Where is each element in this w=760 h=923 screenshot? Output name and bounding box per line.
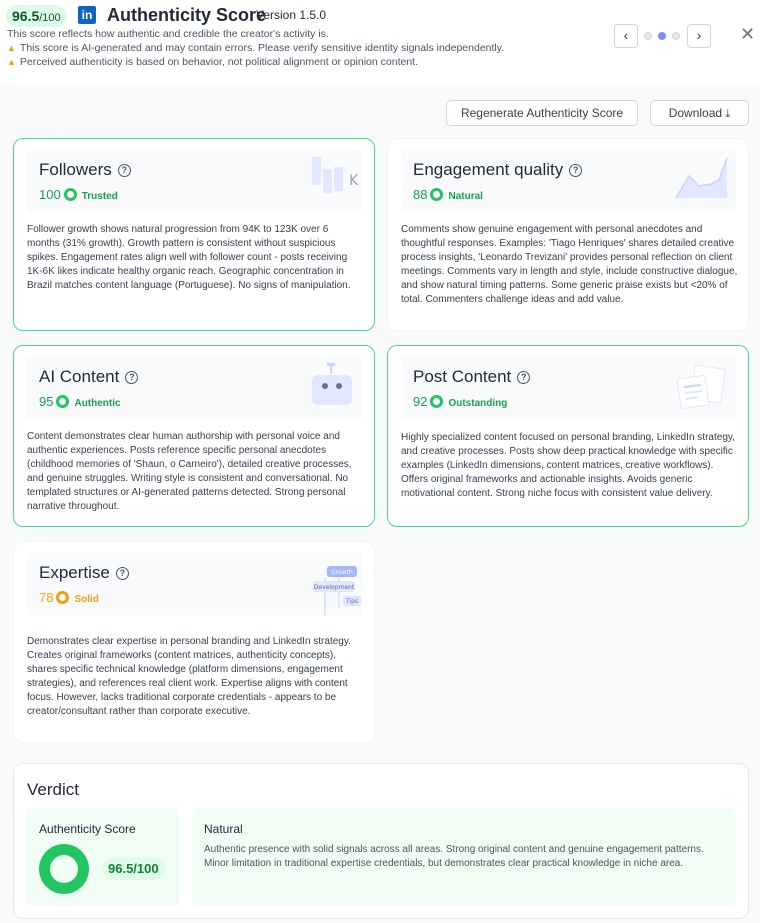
prev-button[interactable]: ‹ — [614, 24, 638, 48]
card-description: Follower growth shows natural progressio… — [27, 224, 351, 291]
status-badge: Outstanding — [448, 398, 508, 409]
card-header: AI Content? 95 Authentic — [27, 357, 362, 419]
page-dot-2[interactable] — [658, 32, 666, 40]
card-header: Post Content? 92 Outstanding — [401, 357, 736, 419]
status-badge: Authentic — [74, 398, 121, 409]
warning-line-2: ▲ Perceived authenticity is based on beha… — [7, 56, 418, 68]
card-title: Post Content? — [413, 367, 531, 387]
card-description: Content demonstrates clear human authors… — [27, 431, 352, 512]
card-title: Followers? — [39, 160, 131, 180]
area-chart-icon — [675, 157, 728, 199]
tag-growth: Growth — [331, 569, 353, 576]
card-score: 88 Natural — [413, 187, 483, 202]
card-score: 92 Outstanding — [413, 394, 508, 409]
close-icon[interactable]: ✕ — [740, 24, 755, 45]
verdict-summary-box: Natural Authentic presence with solid si… — [192, 808, 736, 906]
score-ring-icon — [430, 188, 444, 201]
help-icon[interactable]: ? — [569, 164, 583, 177]
page-dot-3[interactable] — [672, 32, 680, 40]
page-title: Authenticity Score — [107, 5, 267, 25]
regenerate-button[interactable]: Regenerate Authenticity Score — [446, 100, 638, 126]
warning-text: This score is AI-generated and may conta… — [19, 42, 505, 54]
verdict-kind: Natural — [204, 822, 243, 836]
version-label: Version 1.5.0 — [256, 8, 327, 22]
score-ring-icon — [63, 188, 77, 201]
warning-icon: ▲ — [7, 57, 16, 67]
download-label: Download — [668, 106, 723, 120]
card-followers: Followers? 100 Trusted K Follower growth … — [13, 138, 375, 331]
card-score: 100 Trusted — [39, 187, 118, 202]
page-dot-1[interactable] — [644, 32, 652, 40]
card-title: AI Content? — [39, 367, 139, 387]
documents-icon — [676, 364, 726, 410]
card-post-content: Post Content? 92 Outstanding Highly speci… — [387, 345, 749, 527]
bar-chart-k-icon: K — [312, 157, 359, 193]
next-button[interactable]: › — [687, 24, 711, 48]
header: 96.5/100 in Authenticity Score Version 1… — [0, 0, 760, 86]
help-icon[interactable]: ? — [115, 567, 129, 580]
robot-icon — [312, 363, 352, 405]
card-description: Demonstrates clear expertise in personal… — [27, 636, 351, 717]
tag-development: Development — [314, 584, 355, 591]
svg-text:K: K — [349, 173, 359, 189]
download-icon: ⤓ — [725, 108, 731, 120]
verdict-score-value: 96.5/100 — [102, 858, 165, 880]
help-icon[interactable]: ? — [117, 164, 131, 177]
verdict-score-box: Authenticity Score 96.5/100 — [26, 808, 179, 906]
verdict-description: Authentic presence with solid signals ac… — [204, 844, 704, 869]
help-icon[interactable]: ? — [125, 371, 139, 384]
tag-tips: Tips — [345, 598, 358, 605]
status-badge: Natural — [448, 191, 483, 202]
status-badge: Solid — [74, 594, 99, 605]
score-max: /100 — [39, 12, 61, 24]
verdict-panel: Verdict Authenticity Score 96.5/100 Natu… — [13, 763, 749, 919]
score-pill: 96.5/100 — [6, 5, 67, 27]
status-badge: Trusted — [81, 191, 118, 202]
card-expertise: Expertise? 78 Solid Growth Development Ti… — [13, 541, 375, 743]
card-title: Engagement quality? — [413, 160, 583, 180]
score-ring-icon — [56, 591, 70, 604]
linkedin-icon: in — [78, 6, 96, 24]
score-value: 96.5 — [12, 8, 40, 24]
score-ring-icon — [56, 395, 70, 408]
card-score: 95 Authentic — [39, 394, 121, 409]
help-icon[interactable]: ? — [517, 371, 531, 384]
verdict-score-label: Authenticity Score — [39, 822, 136, 836]
card-header: Expertise? 78 Solid Growth Development Ti… — [27, 553, 362, 616]
card-header: Followers? 100 Trusted K — [27, 150, 362, 212]
warning-icon: ▲ — [7, 43, 16, 53]
card-description: Comments show genuine engagement with pe… — [401, 224, 738, 305]
warning-text: Perceived authenticity is based on behav… — [19, 56, 419, 68]
card-title: Expertise? — [39, 563, 129, 583]
warning-line-1: ▲ This score is AI-generated and may cont… — [7, 42, 504, 54]
score-donut — [39, 844, 89, 894]
card-engagement: Engagement quality? 88 Natural Comments s… — [387, 138, 749, 331]
verdict-title: Verdict — [27, 780, 79, 799]
description-text: This score reflects how authentic and cr… — [7, 28, 329, 40]
card-header: Engagement quality? 88 Natural — [401, 150, 736, 212]
card-ai-content: AI Content? 95 Authentic Content demonstr… — [13, 345, 375, 527]
score-ring-icon — [430, 395, 444, 408]
card-score: 78 Solid — [39, 590, 99, 605]
download-button[interactable]: Download ⤓ — [650, 100, 749, 126]
tag-tree-icon: Growth Development Tips — [313, 566, 361, 616]
card-description: Highly specialized content focused on pe… — [401, 432, 735, 499]
